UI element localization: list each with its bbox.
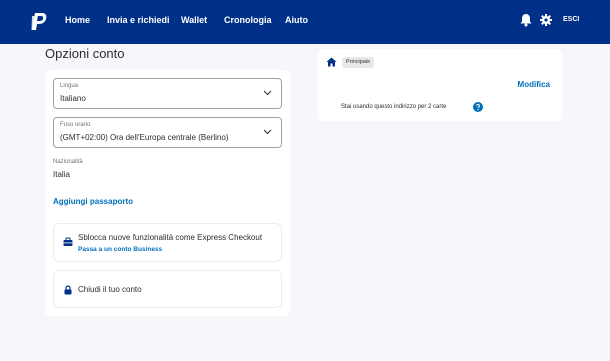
timezone-label: Fuso orario [60,122,91,128]
lock-icon [64,285,72,295]
chevron-down-icon [263,90,272,96]
home-icon [326,57,337,67]
add-passport-link[interactable]: Aggiungi passaporto [53,197,133,206]
business-tile-title: Sblocca nuove funzionalità come Express … [78,233,263,242]
nationality-value: Italia [53,170,70,179]
top-navigation-bar: Home Invia e richiedi Wallet Cronologia … [0,0,610,44]
close-account-label: Chiudi il tuo conto [78,285,142,294]
page-title: Opzioni conto [45,46,125,61]
close-account-tile[interactable]: Chiudi il tuo conto [53,270,282,308]
nav-home[interactable]: Home [65,15,90,25]
language-label: Lingua [60,83,79,89]
nav-send-request[interactable]: Invia e richiedi [107,15,170,25]
nav-wallet[interactable]: Wallet [181,15,207,25]
briefcase-icon [63,237,73,246]
nav-history[interactable]: Cronologia [224,15,272,25]
edit-address-link[interactable]: Modifica [518,80,550,89]
primary-badge: Principale [342,57,375,68]
help-icon[interactable] [473,102,483,112]
language-select[interactable]: Lingua Italiano [53,78,282,109]
nav-help[interactable]: Aiuto [285,15,308,25]
business-upgrade-tile[interactable]: Sblocca nuove funzionalità come Express … [53,223,282,262]
account-options-card: Lingua Italiano Fuso orario (GMT+02:00) … [45,70,290,316]
logout-button[interactable]: ESCI [563,16,579,23]
address-card: Principale Modifica Stai usando questo i… [318,49,562,121]
timezone-value: (GMT+02:00) Ora dell'Europa centrale (Be… [60,133,229,142]
language-value: Italiano [60,94,86,103]
upgrade-business-link[interactable]: Passa a un conto Business [78,246,162,253]
gear-icon[interactable] [540,14,552,26]
paypal-logo[interactable] [30,12,48,32]
bell-icon[interactable] [520,13,532,27]
nationality-label: Nazionalità [53,159,83,165]
address-cards-note: Stai usando questo indirizzo per 2 carte [341,104,447,110]
chevron-down-icon [263,129,272,135]
timezone-select[interactable]: Fuso orario (GMT+02:00) Ora dell'Europa … [53,117,282,148]
